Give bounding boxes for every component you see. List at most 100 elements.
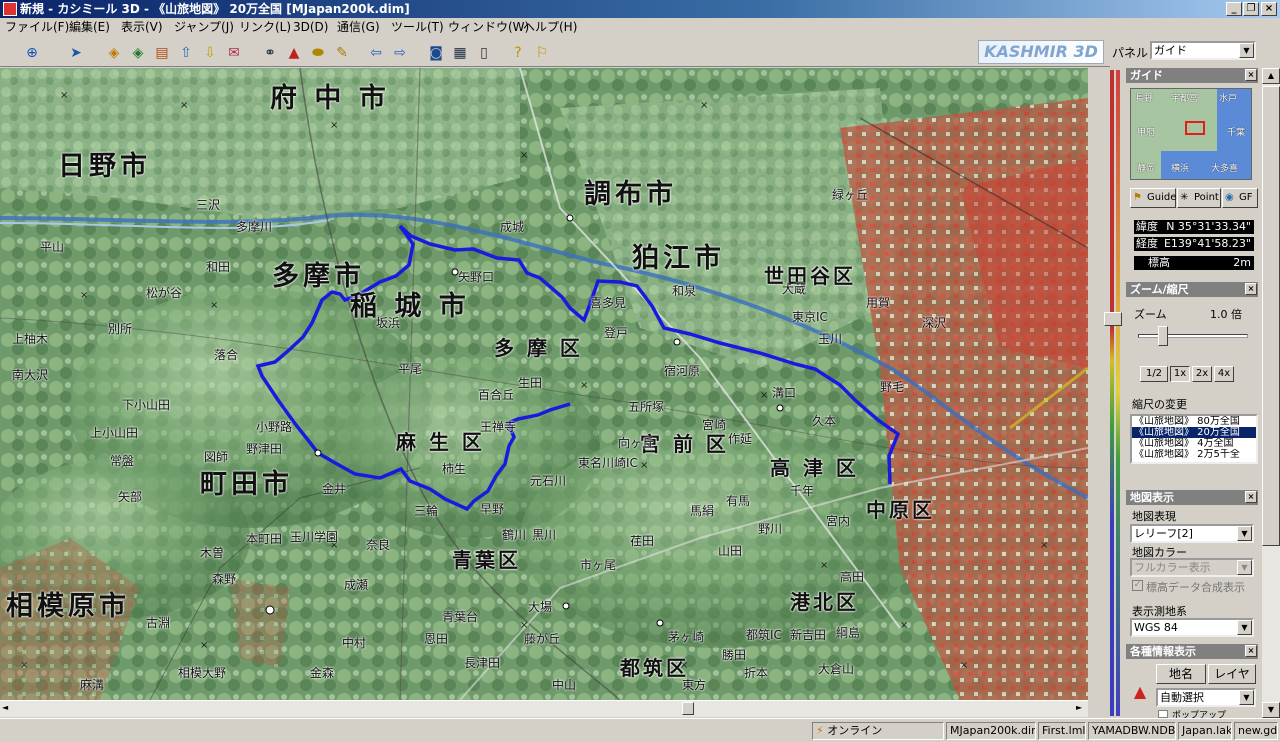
place-label: 百合丘	[478, 388, 515, 402]
place-label: 千年	[790, 484, 815, 498]
place-label: 都筑IC	[746, 628, 782, 642]
close-button[interactable]: ×	[1261, 2, 1277, 16]
place-label: 藤が丘	[524, 632, 561, 646]
scale-item[interactable]: 《山旅地図》 4万全国	[1132, 438, 1256, 449]
chevron-down-icon: ▼	[1237, 560, 1252, 575]
menu-comm[interactable]: 通信(G)	[337, 20, 380, 35]
scale-list[interactable]: 《山旅地図》 80万全国 《山旅地図》 20万全国 《山旅地図》 4万全国 《山…	[1130, 414, 1258, 464]
vertical-scale-thumb[interactable]	[1104, 312, 1122, 326]
menu-view[interactable]: 表示(V)	[121, 20, 163, 35]
close-icon[interactable]: ×	[1245, 283, 1257, 295]
help-icon[interactable]: ?	[508, 44, 528, 62]
popup-checkbox[interactable]	[1158, 710, 1168, 718]
tags-icon[interactable]: ⬬	[308, 44, 328, 62]
svg-text:×: ×	[580, 380, 588, 391]
scale-item[interactable]: 《山旅地図》 80万全国	[1132, 416, 1256, 427]
rep-select[interactable]: レリーフ[2] ▼	[1130, 524, 1254, 543]
place-label: 三沢	[196, 198, 221, 212]
place-label: 喜多見	[590, 296, 627, 310]
zoom-half-button[interactable]: 1/2	[1140, 366, 1168, 382]
forward-icon[interactable]: ⇨	[390, 44, 410, 62]
tab-point[interactable]: ✳ Point	[1177, 188, 1221, 208]
scale-item[interactable]: 《山旅地図》 2万5千全	[1132, 449, 1256, 460]
pointer-icon[interactable]: ➤	[66, 44, 86, 62]
scroll-down-icon[interactable]: ▼	[1262, 702, 1280, 718]
layer-icon[interactable]: ◈	[104, 44, 124, 62]
status-bar: ⚡ オンライン MJapan200k.dim First.lml YAMADBW…	[0, 718, 1280, 742]
place-label: 小野路	[256, 420, 293, 434]
scroll-right-icon[interactable]: ►	[1076, 703, 1082, 712]
send-icon[interactable]: ✉	[224, 44, 244, 62]
place-label: 高田	[840, 570, 865, 584]
menu-link[interactable]: リンク(L)	[239, 20, 291, 35]
scroll-left-icon[interactable]: ◄	[2, 703, 8, 712]
place-label: 五所塚	[628, 400, 665, 414]
svg-text:×: ×	[20, 660, 28, 671]
place-label: 和泉	[672, 284, 697, 298]
zoom-slider-track[interactable]	[1138, 334, 1248, 338]
film-icon[interactable]: ▦	[450, 44, 470, 62]
map-view[interactable]: × × × × × × × × × × × × × × × × × × × × 府 中 市 日野市 調布市 狛江…	[0, 68, 1088, 700]
close-icon[interactable]: ×	[1245, 491, 1257, 503]
zoom-header: ズーム/縮尺 ×	[1126, 282, 1258, 297]
menu-edit[interactable]: 編集(E)	[69, 20, 110, 35]
place-label: 宿河原	[664, 364, 701, 378]
menu-help[interactable]: ヘルプ(H)	[523, 20, 577, 35]
zoom-4x-button[interactable]: 4x	[1214, 366, 1234, 382]
print-icon[interactable]: ▤	[152, 44, 172, 62]
panel-scrollbar[interactable]: ▲ ▼	[1262, 68, 1280, 718]
place-machida: 町田市	[200, 469, 293, 500]
binoculars-icon[interactable]: ⚭	[260, 44, 280, 62]
3d-icon[interactable]: ▲	[284, 44, 304, 62]
menu-window[interactable]: ウィンドウ(W)	[448, 20, 529, 35]
camera-icon[interactable]: ◙	[426, 44, 446, 62]
tab-guide[interactable]: ⚑ Guide	[1130, 188, 1176, 208]
minimize-button[interactable]: _	[1226, 2, 1242, 16]
menu-jump[interactable]: ジャンプ(J)	[174, 20, 234, 35]
zoom-2x-button[interactable]: 2x	[1192, 366, 1212, 382]
layer2-icon[interactable]: ◈	[128, 44, 148, 62]
vertical-scale-strip	[1104, 68, 1124, 718]
horizontal-scrollbar[interactable]: ◄ ►	[0, 700, 1088, 717]
place-label: 久本	[812, 414, 837, 428]
download-icon[interactable]: ⇩	[200, 44, 220, 62]
auto-select[interactable]: 自動選択 ▼	[1156, 688, 1256, 707]
back-icon[interactable]: ⇦	[366, 44, 386, 62]
upload-icon[interactable]: ⇧	[176, 44, 196, 62]
panel-scroll-thumb[interactable]	[1262, 86, 1280, 546]
guide-label: 宇都宮	[1171, 94, 1199, 104]
place-label: 麻溝	[80, 678, 105, 692]
zoom-icon[interactable]: ⊕	[22, 44, 42, 62]
datum-select[interactable]: WGS 84 ▼	[1130, 618, 1254, 637]
zoom-slider-thumb[interactable]	[1158, 326, 1168, 346]
guide-minimap[interactable]: 長野 宇都宮 水戸 甲府 千葉 静岡 横浜 大多喜	[1130, 88, 1252, 180]
guide-label: 水戸	[1219, 94, 1238, 104]
place-name-button[interactable]: 地名	[1156, 664, 1206, 684]
panel-select[interactable]: ガイド ▼	[1150, 41, 1256, 60]
horizontal-scroll-thumb[interactable]	[682, 702, 694, 715]
place-label: 市ヶ尾	[580, 558, 617, 572]
place-label: 新吉田	[790, 628, 827, 642]
place-tsuzuki: 都筑区	[620, 656, 689, 680]
zoom-1x-button[interactable]: 1x	[1170, 366, 1190, 382]
place-takatsu: 高 津 区	[770, 456, 859, 480]
scale-item-selected[interactable]: 《山旅地図》 20万全国	[1132, 427, 1256, 438]
menu-3d[interactable]: 3D(D)	[293, 20, 328, 35]
close-icon[interactable]: ×	[1245, 69, 1257, 81]
tab-gps[interactable]: ◉ GF	[1222, 188, 1258, 208]
exit-icon[interactable]: ⚐	[532, 44, 552, 62]
place-label: 玉川学園	[290, 530, 339, 544]
menu-file[interactable]: ファイル(F)	[5, 20, 69, 35]
layer-button[interactable]: レイヤー	[1208, 664, 1256, 699]
place-inagi: 稲 城 市	[350, 291, 470, 322]
ruler-icon[interactable]: ✎	[332, 44, 352, 62]
view-rect	[1185, 121, 1205, 135]
close-icon[interactable]: ×	[1245, 645, 1257, 657]
guide-label: 長野	[1135, 94, 1154, 104]
restore-button[interactable]: ❐	[1243, 2, 1259, 16]
trash-icon[interactable]: ▯	[474, 44, 494, 62]
scroll-up-icon[interactable]: ▲	[1262, 68, 1280, 84]
zoom-value: 1.0 倍	[1210, 308, 1242, 321]
place-aoba: 青葉区	[452, 548, 521, 572]
menu-tools[interactable]: ツール(T)	[391, 20, 444, 35]
